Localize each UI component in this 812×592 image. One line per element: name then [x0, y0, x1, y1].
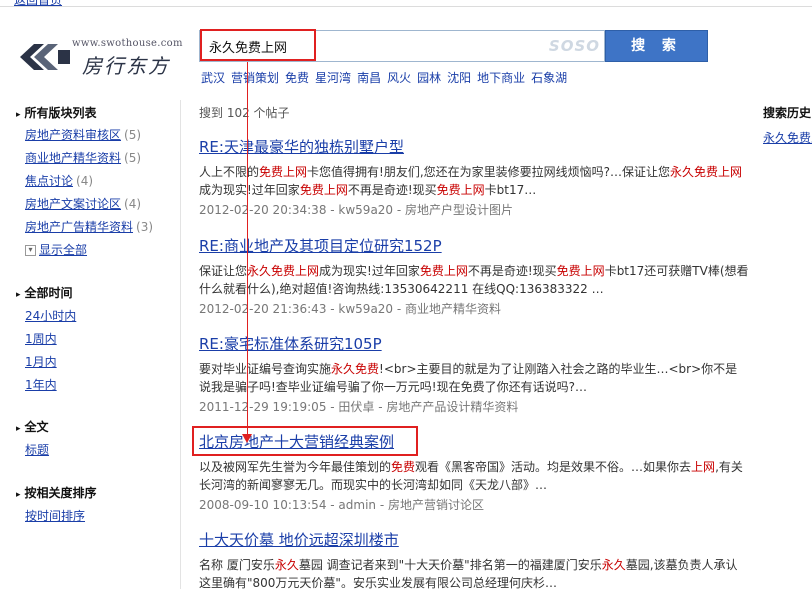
triangle-bullet-icon: ▸ [16, 110, 21, 120]
result-meta: 2012-02-20 20:34:38 - kw59a20 - 房地产户型设计图… [199, 203, 514, 217]
logo-url: www.swothouse.com [72, 38, 183, 49]
hotword-link[interactable]: 风火 [387, 71, 411, 85]
result-item: 十大天价墓 地价远超深圳楼市 名称 厦门安乐永久墓园 调查记者来到"十大天价墓"… [199, 529, 749, 592]
sidebar-board-item[interactable]: 商业地产精华资料 (5) [25, 149, 141, 166]
result-snippet: 保证让您永久免费上网成为现实!过年回家免费上网不再是奇迹!现买免费上网卡bt17… [199, 264, 749, 296]
logo-name: 房行东方 [82, 54, 170, 78]
boards-title: 所有版块列表 [24, 106, 97, 120]
search-button[interactable]: 搜 索 [605, 30, 708, 62]
result-highlight-box [192, 426, 418, 456]
history-item[interactable]: 永久免费上网 [763, 129, 812, 146]
time-filter-1y[interactable]: 1年内 [25, 376, 57, 393]
results-count: 搜到 102 个帖子 [199, 106, 290, 120]
top-strip: 返回首页 [0, 0, 812, 7]
sidebar-board-item[interactable]: 房地产广告精华资料 (3) [25, 218, 153, 235]
column-divider [180, 100, 181, 589]
result-meta: 2012-02-20 21:36:43 - kw59a20 - 商业地产精华资料 [199, 302, 502, 316]
result-item: RE:商业地产及其项目定位研究152P 保证让您永久免费上网成为现实!过年回家免… [199, 235, 749, 317]
history-title: 搜索历史 [763, 106, 812, 120]
boards-section: ▸ 所有版块列表 [16, 104, 97, 121]
triangle-bullet-icon: ▸ [16, 290, 21, 300]
sidebar-board-item[interactable]: 房地产资料审核区 (5) [25, 126, 141, 143]
triangle-bullet-icon: ▸ [16, 490, 21, 500]
result-snippet: 要对毕业证编号查询实施永久免费!<br>主要目的就是为了让刚踏入社会之路的毕业生… [199, 362, 738, 394]
time-filter-1m[interactable]: 1月内 [25, 353, 57, 370]
hotword-link[interactable]: 石象湖 [531, 71, 567, 85]
hotword-link[interactable]: 沈阳 [447, 71, 471, 85]
hotword-link[interactable]: 园林 [417, 71, 441, 85]
sidebar-board-item[interactable]: 焦点讨论 (4) [25, 172, 93, 189]
back-home-link[interactable]: 返回首页 [14, 0, 62, 8]
result-title-link[interactable]: RE:商业地产及其项目定位研究152P [199, 235, 749, 256]
site-logo[interactable]: www.swothouse.com 房行东方 [20, 38, 183, 78]
result-snippet: 人上不限的免费上网卡您值得拥有!朋友们,您还在为家里装修要拉网线烦恼吗?…保证让… [199, 165, 743, 197]
time-section: ▸ 全部时间 [16, 286, 73, 300]
result-snippet: 以及被网军先生誉为今年最佳策划的免费观看《黑客帝国》活动。均是效果不俗。…如果你… [199, 460, 743, 492]
time-filter-24h[interactable]: 24小时内 [25, 307, 76, 324]
time-filter-1w[interactable]: 1周内 [25, 330, 57, 347]
hotword-link[interactable]: 营销策划 [231, 71, 279, 85]
scope-section: ▸ 全文 [16, 420, 49, 434]
annotation-arrow-head-icon [242, 434, 252, 443]
hotword-link[interactable]: 南昌 [357, 71, 381, 85]
logo-mark-icon [20, 44, 70, 70]
result-title-link[interactable]: 十大天价墓 地价远超深圳楼市 [199, 529, 749, 550]
sidebar-board-item[interactable]: 房地产文案讨论区 (4) [25, 195, 141, 212]
hotword-link[interactable]: 星河湾 [315, 71, 351, 85]
hotword-link[interactable]: 地下商业 [477, 71, 525, 85]
search-history: 搜索历史 永久免费上网 [763, 104, 812, 146]
result-meta: 2011-12-29 19:19:05 - 田伏卓 - 房地产产品设计精华资料 [199, 400, 519, 414]
expand-icon: ▾ [25, 245, 36, 256]
hotword-link[interactable]: 免费 [285, 71, 309, 85]
show-all-link[interactable]: ▾ 显示全部 [25, 241, 87, 258]
annotation-arrow-line [247, 62, 248, 436]
result-title-link[interactable]: RE:天津最豪华的独栋别墅户型 [199, 136, 749, 157]
result-title-link[interactable]: RE:豪宅标准体系研究105P [199, 333, 749, 354]
hot-keywords: 武汉 营销策划 免费 星河湾 南昌 风火 园林 沈阳 地下商业 石象湖 [201, 69, 573, 86]
result-item: RE:天津最豪华的独栋别墅户型 人上不限的免费上网卡您值得拥有!朋友们,您还在为… [199, 136, 749, 218]
search-highlight-box [200, 29, 316, 61]
result-snippet: 名称 厦门安乐永久墓园 调查记者来到"十大天价墓"排名第一的福建厦门安乐永久墓园… [199, 558, 738, 590]
scope-title-link[interactable]: 标题 [25, 441, 49, 458]
sort-by-time-link[interactable]: 按时间排序 [25, 507, 85, 524]
result-item: RE:豪宅标准体系研究105P 要对毕业证编号查询实施永久免费!<br>主要目的… [199, 333, 749, 415]
sort-section: ▸ 按相关度排序 [16, 486, 97, 500]
result-meta: 2008-09-10 10:13:54 - admin - 房地产营销讨论区 [199, 498, 484, 512]
hotword-link[interactable]: 武汉 [201, 71, 225, 85]
soso-watermark: SOSO [548, 37, 600, 55]
triangle-bullet-icon: ▸ [16, 424, 21, 434]
